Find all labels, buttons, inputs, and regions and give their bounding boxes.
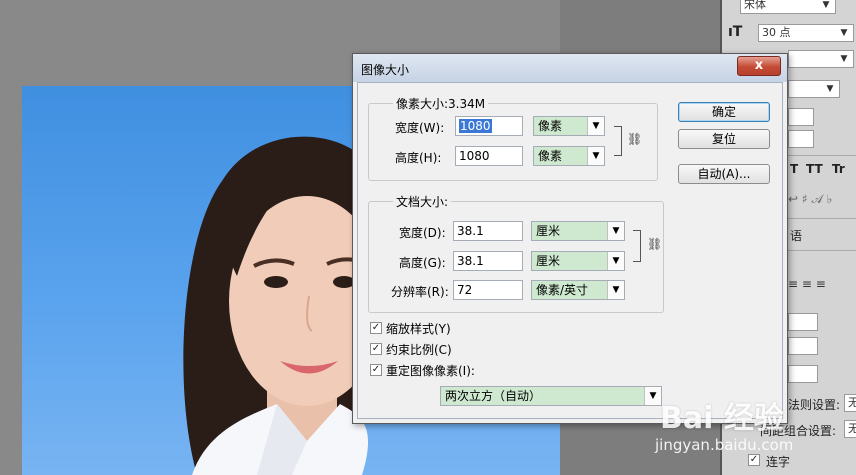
chevron-down-icon[interactable]: ▼ [587,147,604,165]
document-size-group: 文档大小: 宽度(D): 38.1 厘米 ▼ 高度(G): 38.1 厘米 ▼ … [368,193,664,313]
dialog-body: 像素大小:3.34M 宽度(W): 1080 像素 ▼ 高度(H): 1080 … [357,82,783,419]
doc-link-bracket [633,230,641,262]
chain-link-icon: ⛓ [647,237,663,251]
style-t-bold[interactable]: T [790,162,798,176]
doc-height-input[interactable]: 38.1 [453,251,523,271]
pixel-height-unit: 像素 [538,149,563,163]
chain-link-icon: ⛓ [627,132,643,146]
language-label: 语 [790,229,803,243]
dialog-title: 图像大小 [361,63,410,77]
kerning-field[interactable]: ▼ [788,80,840,98]
pixel-dimensions-group: 像素大小:3.34M 宽度(W): 1080 像素 ▼ 高度(H): 1080 … [368,95,658,181]
align-icons[interactable]: ≡ ≡ ≡ [788,277,826,291]
doc-height-value: 38.1 [457,254,484,268]
pixel-size-legend: 像素大小:3.34M [393,95,489,112]
style-tt-allcaps[interactable]: TT [806,162,823,176]
chevron-down-icon[interactable]: ▼ [823,82,837,96]
leading-field[interactable]: ▼ [788,50,854,68]
chevron-down-icon[interactable]: ▼ [819,0,833,12]
chevron-down-icon[interactable]: ▼ [607,281,624,299]
close-icon: x [754,58,764,73]
chevron-down-icon[interactable]: ▼ [607,252,624,270]
font-size-field[interactable]: 30 点 ▼ [758,24,854,42]
doc-width-unit: 厘米 [536,224,561,238]
pixel-width-value: 1080 [459,119,492,133]
chevron-down-icon[interactable]: ▼ [607,222,624,240]
font-family-value: 宋体 [744,0,766,11]
setting-select-1[interactable]: 无 [844,394,856,412]
lianzi-label: 连字 [766,455,791,469]
close-button[interactable]: x [737,56,781,76]
chevron-down-icon[interactable]: ▼ [587,117,604,135]
style-tr-smallcaps[interactable]: Tr [832,162,845,176]
font-size-value: 30 点 [762,26,791,39]
baidu-watermark-logo: Bai 经验 [660,401,784,436]
resample-method-select[interactable]: 两次立方（自动） ▼ [440,386,662,406]
chevron-down-icon[interactable]: ▼ [644,387,661,405]
pixel-link-bracket [614,126,622,156]
resolution-input[interactable]: 72 [453,280,523,300]
resolution-label: 分辨率(R): [391,285,449,299]
resample-checkbox[interactable]: ✓ [370,364,382,376]
space-before-field[interactable] [788,365,818,383]
resample-method-value: 两次立方（自动） [445,389,542,403]
doc-height-unit-select[interactable]: 厘米 ▼ [531,251,625,271]
document-size-legend: 文档大小: [393,193,452,210]
pixel-height-unit-select[interactable]: 像素 ▼ [533,146,605,166]
doc-width-unit-select[interactable]: 厘米 ▼ [531,221,625,241]
scale-styles-label: 缩放样式(Y) [386,322,451,336]
chevron-down-icon[interactable]: ▼ [837,52,851,66]
ok-button[interactable]: 确定 [678,102,770,122]
doc-height-label: 高度(G): [399,256,446,270]
pixel-width-unit: 像素 [538,119,563,133]
resolution-unit: 像素/英寸 [536,283,589,297]
constrain-proportions-label: 约束比例(C) [386,343,452,357]
pixel-width-input[interactable]: 1080 [455,116,523,136]
auto-button[interactable]: 自动(A)... [678,164,770,184]
constrain-proportions-checkbox[interactable]: ✓ [370,343,382,355]
dialog-titlebar[interactable]: 图像大小 x [353,54,787,82]
pixel-height-label: 高度(H): [395,151,442,165]
baseline-field[interactable] [788,130,814,148]
indent-right-field[interactable] [788,337,818,355]
pixel-width-label: 宽度(W): [395,121,445,135]
resolution-unit-select[interactable]: 像素/英寸 ▼ [531,280,625,300]
doc-width-input[interactable]: 38.1 [453,221,523,241]
ligature-icons[interactable]: ↩ ♯ 𝒜 ♭ [788,192,832,207]
font-size-icon: ıT [728,24,743,40]
scale-field[interactable] [788,108,814,126]
resample-label: 重定图像像素(I): [386,364,475,378]
pixel-height-input[interactable]: 1080 [455,146,523,166]
pixel-height-value: 1080 [459,149,490,163]
doc-height-unit: 厘米 [536,254,561,268]
baidu-watermark-url: jingyan.baidu.com [655,436,794,454]
image-size-dialog: 图像大小 x 像素大小:3.34M 宽度(W): 1080 像素 ▼ 高度(H)… [352,53,788,424]
scale-styles-checkbox[interactable]: ✓ [370,322,382,334]
indent-field[interactable] [788,313,818,331]
doc-width-value: 38.1 [457,224,484,238]
setting-label-1: 法则设置: [788,398,841,412]
doc-width-label: 宽度(D): [399,226,446,240]
font-family-field[interactable]: 宋体 ▼ [740,0,836,14]
setting-select-2[interactable]: 无 [844,420,856,438]
reset-button[interactable]: 复位 [678,129,770,149]
resolution-value: 72 [457,283,473,297]
chevron-down-icon[interactable]: ▼ [837,26,851,40]
pixel-width-unit-select[interactable]: 像素 ▼ [533,116,605,136]
lianzi-checkbox[interactable]: ✓ [748,454,760,466]
